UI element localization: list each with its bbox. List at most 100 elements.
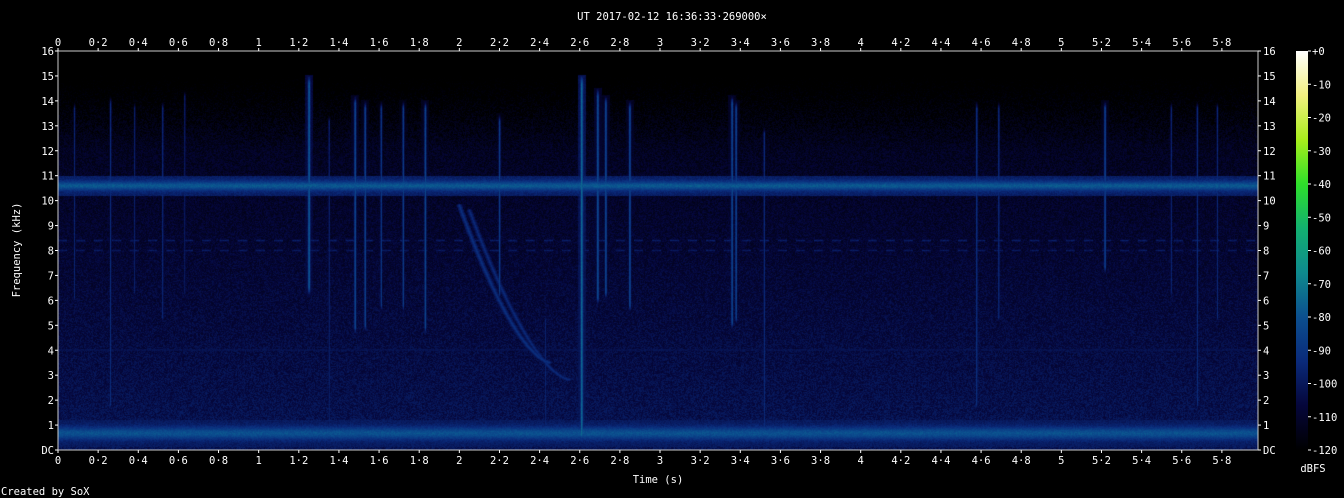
x-tick-label-top: 5·6	[1172, 37, 1191, 49]
y-tick-label-right: 9	[1263, 221, 1269, 233]
x-tick-label-bottom: 3·2	[691, 455, 710, 467]
y-tick-label-left: 7	[48, 270, 54, 282]
colorbar-tick-label: +0	[1312, 46, 1325, 58]
x-tick-label-bottom: 0·2	[89, 455, 108, 467]
x-tick-label-bottom: 2	[456, 455, 462, 467]
x-tick-label-bottom: 3	[657, 455, 663, 467]
x-tick-label-top: 5	[1058, 37, 1064, 49]
x-tick-label-top: 5·8	[1212, 37, 1231, 49]
y-axis-left: DC12345678910111213141516	[41, 46, 58, 457]
x-tick-label-bottom: 5·2	[1092, 455, 1111, 467]
y-tick-label-left: 10	[41, 196, 54, 208]
y-tick-label-left: 6	[48, 295, 54, 307]
x-tick-label-top: 1	[256, 37, 262, 49]
y-tick-label-left: 16	[41, 46, 54, 58]
x-tick-label-bottom: 3·6	[771, 455, 790, 467]
x-tick-label-bottom: 5	[1058, 455, 1064, 467]
y-tick-label-left: 1	[48, 420, 54, 432]
colorbar-tick-label: -10	[1312, 79, 1331, 91]
spectrogram-chart: UT 2017-02-12 16:36:33·269000× 0 0·2 0·4 0·…	[1, 11, 1337, 498]
y-tick-label-right: 13	[1263, 121, 1276, 133]
plot-area	[57, 50, 1259, 451]
x-tick-label-top: 0·2	[89, 37, 108, 49]
x-tick-label-top: 1·2	[289, 37, 308, 49]
x-tick-label-top: 3·2	[691, 37, 710, 49]
y-tick-label-right: 3	[1263, 370, 1269, 382]
y-tick-label-left: DC	[41, 445, 54, 457]
x-tick-label-bottom: 5·8	[1212, 455, 1231, 467]
colorbar-tick-label: -80	[1312, 312, 1331, 324]
colorbar-tick-label: -60	[1312, 246, 1331, 258]
x-axis-top: 0 0·2 0·4 0·6 0·8 1 1·2 1·4 1·6 1·8 2 2·2 2·4 2·6 2·8 3…	[55, 37, 1231, 51]
y-tick-label-left: 9	[48, 221, 54, 233]
colorbar-label: dBFS	[1300, 463, 1325, 475]
y-tick-label-right: 14	[1263, 96, 1276, 108]
x-tick-label-bottom: 1	[256, 455, 262, 467]
y-tick-label-right: 4	[1263, 345, 1269, 357]
x-tick-label-top: 2	[456, 37, 462, 49]
y-tick-label-left: 8	[48, 246, 54, 258]
y-tick-label-right: 1	[1263, 420, 1269, 432]
x-tick-label-bottom: 0·6	[169, 455, 188, 467]
x-tick-label-bottom: 1·8	[410, 455, 429, 467]
x-tick-label-top: 0·8	[209, 37, 228, 49]
y-tick-label-left: 4	[48, 345, 54, 357]
footer-credit: Created by SoX	[1, 486, 90, 498]
y-tick-label-right: 2	[1263, 395, 1269, 407]
colorbar-tick-label: -50	[1312, 212, 1331, 224]
colorbar-ticks: +0 -10 -20 -30 -40 -50 -60 -70 -80 -90 -100 -110 -12…	[1308, 46, 1337, 457]
x-tick-label-top: 0·4	[129, 37, 148, 49]
y-tick-label-left: 14	[41, 96, 54, 108]
y-tick-label-right: 12	[1263, 146, 1276, 158]
y-tick-label-left: 15	[41, 71, 54, 83]
x-tick-label-top: 4·4	[931, 37, 950, 49]
colorbar-tick-label: -90	[1312, 345, 1331, 357]
x-axis-bottom: 0 0·2 0·4 0·6 0·8 1 1·2 1·4 1·6 1·8 2 2·2 2·4 2·6 2·8 3…	[55, 450, 1231, 467]
x-tick-label-top: 2·4	[530, 37, 549, 49]
y-tick-label-left: 11	[41, 171, 54, 183]
x-tick-label-bottom: 1·2	[289, 455, 308, 467]
x-tick-label-bottom: 0·8	[209, 455, 228, 467]
x-tick-label-bottom: 4·8	[1012, 455, 1031, 467]
x-tick-label-bottom: 0·4	[129, 455, 148, 467]
x-tick-label-top: 4	[858, 37, 864, 49]
y-tick-label-right: 6	[1263, 295, 1269, 307]
x-tick-label-bottom: 0	[55, 455, 61, 467]
x-tick-label-bottom: 5·6	[1172, 455, 1191, 467]
x-tick-label-top: 4·6	[972, 37, 991, 49]
y-tick-label-left: 3	[48, 370, 54, 382]
colorbar-tick-label: -40	[1312, 179, 1331, 191]
y-tick-label-right: 10	[1263, 196, 1276, 208]
y-tick-label-right: 5	[1263, 320, 1269, 332]
colorbar-tick-label: -70	[1312, 279, 1331, 291]
y-tick-label-right: 11	[1263, 171, 1276, 183]
y-tick-label-right: 15	[1263, 71, 1276, 83]
y-tick-label-right: 8	[1263, 246, 1269, 258]
y-tick-label-left: 5	[48, 320, 54, 332]
x-tick-label-bottom: 1·4	[329, 455, 348, 467]
x-tick-label-top: 3·8	[811, 37, 830, 49]
x-tick-label-top: 4·2	[891, 37, 910, 49]
x-axis-label: Time (s)	[633, 474, 684, 486]
x-tick-label-bottom: 4	[858, 455, 864, 467]
colorbar-scale	[1296, 51, 1308, 450]
x-tick-label-top: 5·4	[1132, 37, 1151, 49]
chart-title: UT 2017-02-12 16:36:33·269000×	[577, 11, 767, 23]
x-tick-label-bottom: 2·2	[490, 455, 509, 467]
colorbar: +0 -10 -20 -30 -40 -50 -60 -70 -80 -90 -100 -110 -12…	[1296, 46, 1337, 475]
y-axis-label: Frequency (kHz)	[11, 203, 23, 298]
y-tick-label-right: 16	[1263, 46, 1276, 58]
x-tick-label-bottom: 2·6	[570, 455, 589, 467]
x-tick-label-top: 4·8	[1012, 37, 1031, 49]
x-tick-label-bottom: 2·8	[610, 455, 629, 467]
x-tick-label-bottom: 4·4	[931, 455, 950, 467]
x-tick-label-bottom: 5·4	[1132, 455, 1151, 467]
x-tick-label-bottom: 4·2	[891, 455, 910, 467]
y-tick-label-left: 12	[41, 146, 54, 158]
x-tick-label-top: 0	[55, 37, 61, 49]
colorbar-tick-label: -100	[1312, 379, 1337, 391]
x-tick-label-top: 3·4	[731, 37, 750, 49]
x-tick-label-top: 3	[657, 37, 663, 49]
x-tick-label-bottom: 3·4	[731, 455, 750, 467]
x-tick-label-bottom: 2·4	[530, 455, 549, 467]
